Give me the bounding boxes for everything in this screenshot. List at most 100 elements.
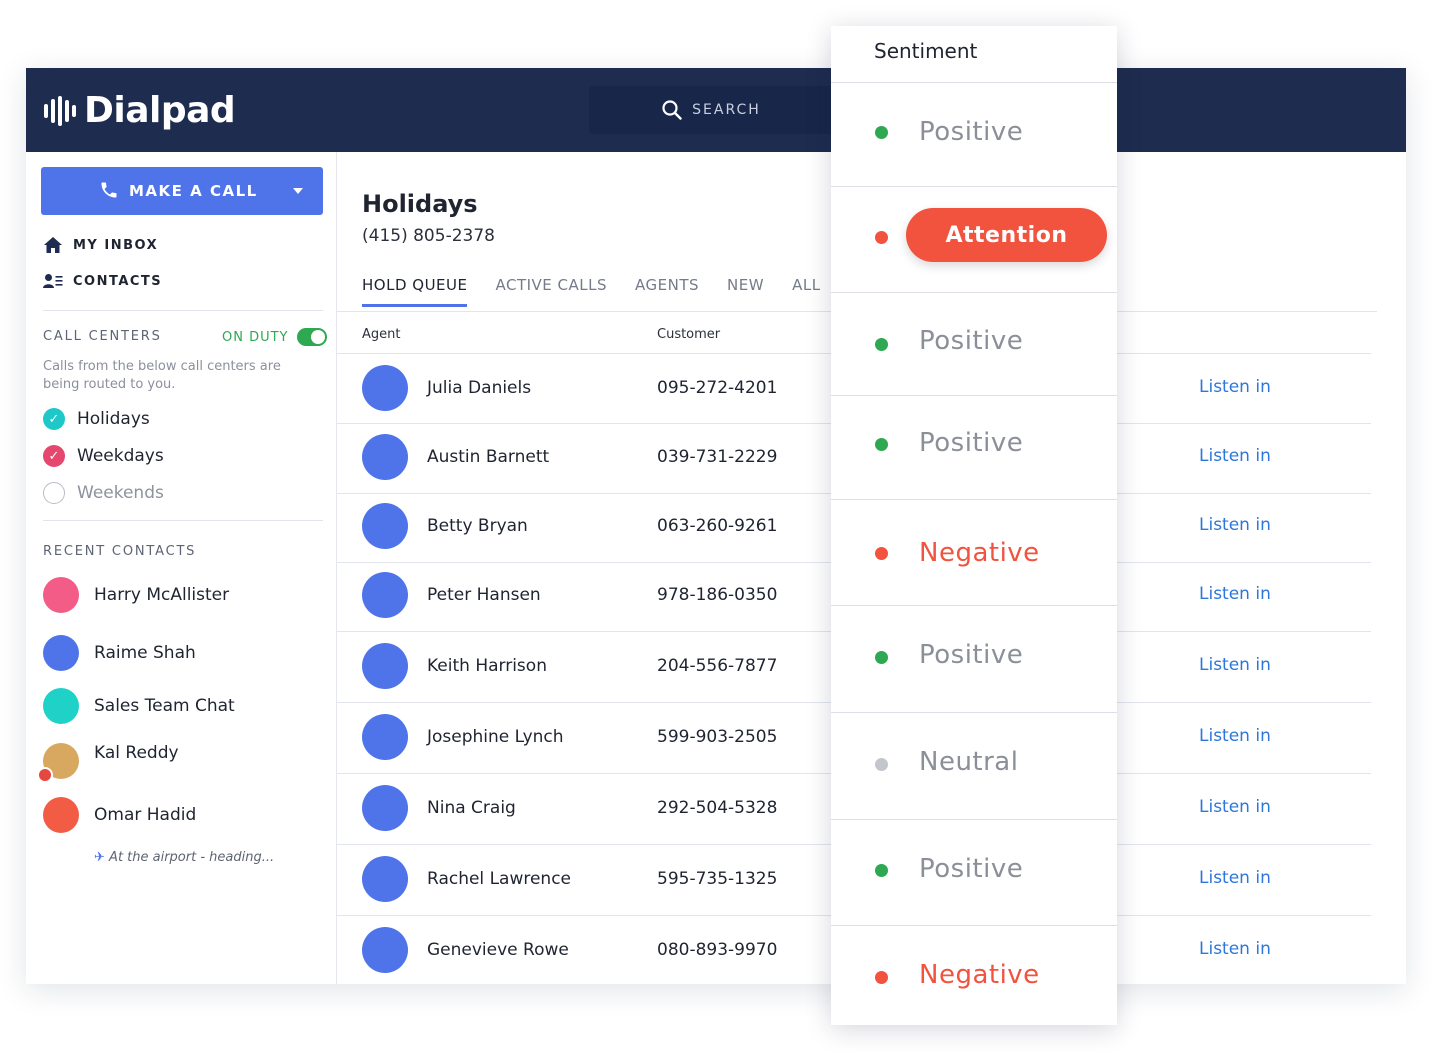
column-header-customer: Customer xyxy=(657,327,721,342)
make-call-label: MAKE A CALL xyxy=(129,182,258,200)
active-call-badge-icon xyxy=(37,767,53,783)
avatar xyxy=(362,434,408,480)
avatar xyxy=(362,785,408,831)
sentiment-value: Positive xyxy=(919,117,1024,147)
status-dot-icon xyxy=(875,758,888,771)
status-dot-icon xyxy=(875,547,888,560)
contact-name: Harry McAllister xyxy=(94,585,230,605)
checkmark-icon[interactable]: ✓ xyxy=(43,408,65,430)
contact-harry-mcallister[interactable]: Harry McAllister xyxy=(43,577,229,613)
nav-my-inbox-label: MY INBOX xyxy=(73,237,159,253)
sentiment-cell: Positive xyxy=(831,605,1117,712)
chevron-down-icon[interactable] xyxy=(293,188,303,194)
sentiment-value: Positive xyxy=(919,428,1024,458)
sentiment-cell: Neutral xyxy=(831,712,1117,819)
status-dot-icon xyxy=(875,438,888,451)
status-dot-icon xyxy=(875,126,888,139)
avatar xyxy=(362,572,408,618)
customer-phone: 080-893-9970 xyxy=(657,940,778,960)
make-call-button[interactable]: MAKE A CALL xyxy=(41,167,323,215)
contact-kal-reddy[interactable]: Kal Reddy xyxy=(37,743,179,783)
call-center-weekdays[interactable]: ✓ Weekdays xyxy=(43,445,164,467)
sentiment-panel: Sentiment Positive Attention Positive Po… xyxy=(831,26,1117,1025)
call-center-label: Holidays xyxy=(77,409,150,429)
contact-name: Raime Shah xyxy=(94,643,196,663)
call-centers-title: CALL CENTERS xyxy=(43,329,162,344)
listen-in-link[interactable]: Listen in xyxy=(1199,797,1271,817)
customer-phone: 095-272-4201 xyxy=(657,378,778,398)
customer-phone: 204-556-7877 xyxy=(657,656,778,676)
listen-in-link[interactable]: Listen in xyxy=(1199,655,1271,675)
customer-phone: 063-260-9261 xyxy=(657,516,778,536)
divider xyxy=(43,520,323,521)
listen-in-link[interactable]: Listen in xyxy=(1199,377,1271,397)
search-icon xyxy=(662,100,682,120)
sentiment-value: Neutral xyxy=(919,747,1019,777)
call-center-label: Weekends xyxy=(77,483,164,503)
dialpad-logo[interactable]: Dialpad xyxy=(44,90,236,131)
app-window: Dialpad SEARCH MAKE A CALL MY INBOX CONT… xyxy=(26,68,1406,984)
listen-in-link[interactable]: Listen in xyxy=(1199,584,1271,604)
tab-active-calls[interactable]: ACTIVE CALLS xyxy=(495,276,607,307)
listen-in-link[interactable]: Listen in xyxy=(1199,515,1271,535)
attention-badge[interactable]: Attention xyxy=(906,208,1107,262)
agent-name: Josephine Lynch xyxy=(427,727,564,747)
call-center-weekends[interactable]: Weekends xyxy=(43,482,164,504)
brand-name: Dialpad xyxy=(84,90,236,131)
phone-icon xyxy=(101,182,117,198)
checkmark-icon[interactable]: ✓ xyxy=(43,445,65,467)
sentiment-cell: Negative xyxy=(831,925,1117,1025)
call-center-holidays[interactable]: ✓ Holidays xyxy=(43,408,150,430)
sentiment-value: Positive xyxy=(919,640,1024,670)
nav-contacts-label: CONTACTS xyxy=(73,273,163,289)
contact-name: Omar Hadid xyxy=(94,805,197,825)
sentiment-title: Sentiment xyxy=(874,39,978,63)
customer-phone: 039-731-2229 xyxy=(657,447,778,467)
tab-bar: HOLD QUEUE ACTIVE CALLS AGENTS NEW ALL xyxy=(362,276,849,307)
toggle-switch[interactable] xyxy=(296,328,327,346)
unchecked-circle-icon[interactable] xyxy=(43,482,65,504)
dialpad-logo-icon xyxy=(44,95,76,126)
sentiment-value: Positive xyxy=(919,854,1024,884)
status-dot-icon xyxy=(875,338,888,351)
sidebar: MAKE A CALL MY INBOX CONTACTS CALL CENTE… xyxy=(26,152,337,984)
page-title: Holidays xyxy=(362,190,478,218)
contact-raime-shah[interactable]: Raime Shah xyxy=(43,635,196,671)
agent-name: Peter Hansen xyxy=(427,585,541,605)
customer-phone: 978-186-0350 xyxy=(657,585,778,605)
listen-in-link[interactable]: Listen in xyxy=(1199,726,1271,746)
call-centers-description: Calls from the below call centers are be… xyxy=(43,359,281,392)
customer-phone: 292-504-5328 xyxy=(657,798,778,818)
tab-agents[interactable]: AGENTS xyxy=(635,276,699,307)
status-dot-icon xyxy=(875,651,888,664)
sentiment-value: Positive xyxy=(919,326,1024,356)
agent-name: Genevieve Rowe xyxy=(427,940,569,960)
listen-in-link[interactable]: Listen in xyxy=(1199,868,1271,888)
tab-hold-queue[interactable]: HOLD QUEUE xyxy=(362,276,468,307)
listen-in-link[interactable]: Listen in xyxy=(1199,939,1271,959)
sentiment-cell: Positive xyxy=(831,819,1117,925)
avatar xyxy=(362,643,408,689)
listen-in-link[interactable]: Listen in xyxy=(1199,446,1271,466)
sentiment-cell: Positive xyxy=(831,82,1117,186)
tab-all[interactable]: ALL xyxy=(792,276,820,307)
nav-my-inbox[interactable]: MY INBOX xyxy=(43,236,158,254)
tab-new[interactable]: NEW xyxy=(727,276,764,307)
home-icon xyxy=(44,237,62,253)
airplane-icon: ✈ xyxy=(94,850,105,865)
nav-contacts[interactable]: CONTACTS xyxy=(43,273,162,289)
contacts-icon xyxy=(43,274,63,288)
avatar xyxy=(43,577,79,613)
on-duty-toggle[interactable]: ON DUTY xyxy=(222,328,327,346)
avatar xyxy=(362,856,408,902)
sentiment-value: Negative xyxy=(919,960,1040,990)
search-bar[interactable]: SEARCH xyxy=(589,86,834,134)
contact-sales-team-chat[interactable]: Sales Team Chat xyxy=(43,688,235,724)
contact-omar-hadid[interactable]: Omar Hadid xyxy=(43,797,196,833)
sentiment-cell: Negative xyxy=(831,499,1117,605)
search-label: SEARCH xyxy=(692,102,761,118)
avatar xyxy=(43,797,79,833)
contact-name: Kal Reddy xyxy=(94,743,179,763)
sentiment-cell: Attention xyxy=(831,186,1117,292)
agent-name: Nina Craig xyxy=(427,798,516,818)
